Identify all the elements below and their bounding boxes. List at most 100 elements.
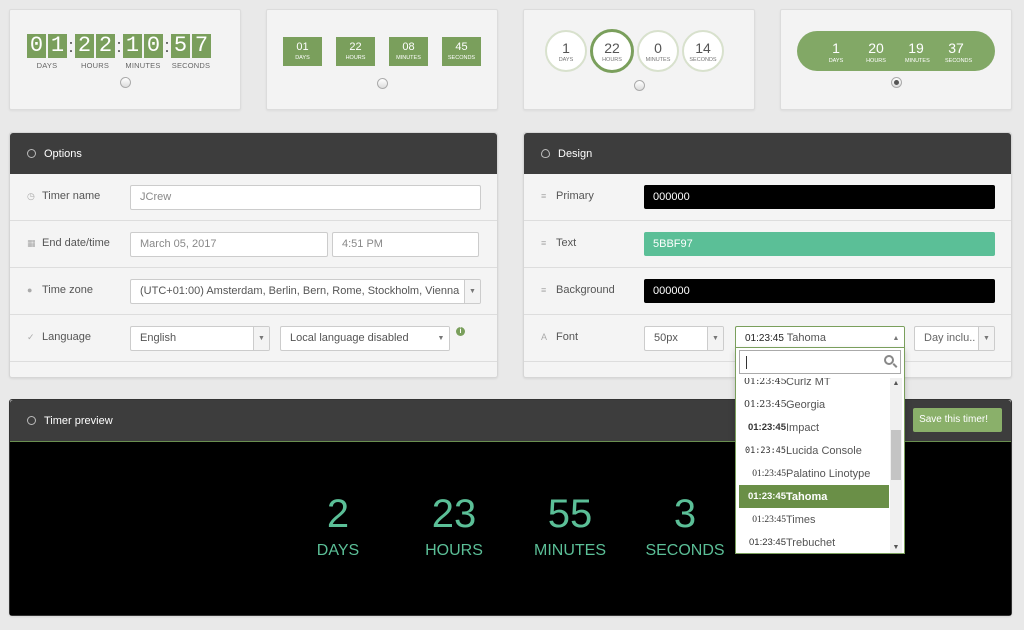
chevron-down-icon: ▼ xyxy=(707,327,723,350)
end-date-label: ▦ End date/time xyxy=(27,237,110,249)
font-name: Tahoma xyxy=(786,490,828,503)
template-radio-2[interactable] xyxy=(377,78,388,89)
days-option-select[interactable]: Day inclu.. ▼ xyxy=(914,326,995,351)
background-label-text: Background xyxy=(556,284,615,296)
t3-circle: 0 MINUTES xyxy=(637,30,679,72)
options-header: Options xyxy=(10,133,497,174)
design-header: Design xyxy=(524,133,1011,174)
t3-label: HOURS xyxy=(602,57,622,63)
text-color-input[interactable]: 5BBF97 xyxy=(644,232,995,256)
t2-value: 22 xyxy=(349,41,362,53)
preview-minutes-label: MINUTES xyxy=(534,542,606,559)
t3-circle: 22 HOURS xyxy=(590,29,634,73)
clock-icon xyxy=(27,416,36,425)
info-icon[interactable]: i xyxy=(456,327,465,336)
t2-label: HOURS xyxy=(345,55,366,61)
t1-colon: : xyxy=(68,36,74,56)
preview-days-value: 2 xyxy=(326,492,350,536)
font-list-scrollbar[interactable]: ▲ ▼ xyxy=(890,378,902,553)
globe-icon: ● xyxy=(27,284,33,295)
t2-label: DAYS xyxy=(295,55,310,61)
t1-digit: 1 xyxy=(48,34,67,58)
timezone-select[interactable]: (UTC+01:00) Amsterdam, Berlin, Bern, Rom… xyxy=(130,279,481,304)
t4-value: 19 xyxy=(908,40,924,56)
options-panel: Options ◷ Timer name JCrew ▦ End date/time… xyxy=(9,132,498,378)
preview-hours-label: HOURS xyxy=(425,542,483,559)
t1-colon: : xyxy=(116,36,122,56)
font-option-georgia[interactable]: 01:23:45 Georgia xyxy=(739,393,889,416)
save-timer-button[interactable]: Save this timer! xyxy=(913,408,1002,432)
font-icon: A xyxy=(541,331,548,342)
timer-preview-title: Timer preview xyxy=(44,414,113,427)
template-card-2[interactable]: 01 DAYS 22 HOURS 08 MINUTES 45 SECONDS xyxy=(266,9,498,110)
preview-seconds-label: SECONDS xyxy=(645,542,725,559)
font-option-times[interactable]: 01:23:45 Times xyxy=(739,508,889,531)
timer-name-label: ◷ Timer name xyxy=(27,190,100,202)
font-family-value: Tahoma xyxy=(786,332,826,344)
t1-digit: 5 xyxy=(171,34,190,58)
template-radio-4[interactable] xyxy=(891,77,902,88)
font-search-input[interactable] xyxy=(739,350,901,374)
end-date-input[interactable]: March 05, 2017 xyxy=(130,232,328,257)
timezone-label-text: Time zone xyxy=(42,284,93,296)
template-card-3[interactable]: 1 DAYS 22 HOURS 0 MINUTES 14 SECONDS xyxy=(523,9,755,110)
t3-value: 1 xyxy=(562,40,570,56)
language-label-text: Language xyxy=(42,331,91,343)
font-option-palatino[interactable]: 01:23:45 Palatino Linotype xyxy=(739,462,889,485)
template-radio-3[interactable] xyxy=(634,80,645,91)
chevron-down-icon: ▼ xyxy=(433,327,449,350)
primary-color-input[interactable]: 000000 xyxy=(644,185,995,209)
font-sample: 01:23:45 xyxy=(752,468,786,479)
end-time-input[interactable]: 4:51 PM xyxy=(332,232,479,257)
timer-name-input[interactable]: JCrew xyxy=(130,185,481,210)
font-name: Lucida Console xyxy=(786,444,862,457)
background-label: ≡ Background xyxy=(541,284,615,296)
lines-icon: ≡ xyxy=(541,190,547,201)
timer-name-label-text: Timer name xyxy=(42,190,101,202)
t1-label: SECONDS xyxy=(171,61,211,70)
template-3-preview: 1 DAYS 22 HOURS 0 MINUTES 14 SECONDS xyxy=(545,29,724,73)
font-sample: 01:23:45 xyxy=(747,491,786,502)
background-color-input[interactable]: 000000 xyxy=(644,279,995,303)
t3-label: SECONDS xyxy=(689,57,717,63)
font-name: Palatino Linotype xyxy=(786,467,871,480)
font-option-lucida-console[interactable]: 01:23:45 Lucida Console xyxy=(739,439,889,462)
preview-days: 2 DAYS xyxy=(283,492,393,560)
scroll-up-icon[interactable]: ▲ xyxy=(890,380,902,387)
t1-digit: 2 xyxy=(75,34,94,58)
template-radio-1[interactable] xyxy=(120,77,131,88)
preview-hours-value: 23 xyxy=(431,492,477,536)
font-sample: 01:23:45 xyxy=(744,399,787,410)
t4-unit: 19 MINUTES xyxy=(905,31,930,71)
font-option-trebuchet[interactable]: 01:23:45 Trebuchet xyxy=(739,531,889,553)
scrollbar-thumb[interactable] xyxy=(891,430,901,480)
language-select[interactable]: English ▼ xyxy=(130,326,270,351)
font-option-impact[interactable]: 01:23:45 Impact xyxy=(739,416,889,439)
t4-unit: 37 SECONDS xyxy=(945,31,972,71)
t1-digit: 0 xyxy=(27,34,46,58)
template-card-4[interactable]: 1 DAYS 20 HOURS 19 MINUTES 37 SECONDS xyxy=(780,9,1012,110)
text-label: ≡ Text xyxy=(541,237,576,249)
font-size-select[interactable]: 50px ▼ xyxy=(644,326,724,351)
language-row: ✓ Language English ▼ Local language disab… xyxy=(10,315,497,362)
preview-minutes-value: 55 xyxy=(547,492,593,536)
t1-digit: 7 xyxy=(192,34,211,58)
font-name: Impact xyxy=(786,421,820,434)
font-name: Trebuchet xyxy=(786,536,836,549)
t2-value: 01 xyxy=(296,41,309,53)
chevron-down-icon: ▼ xyxy=(253,327,269,350)
font-option-curlz[interactable]: 01:23:45 Curlz MT xyxy=(739,378,889,393)
local-language-select[interactable]: Local language disabled ▼ xyxy=(280,326,450,351)
t4-value: 1 xyxy=(832,40,840,56)
font-option-tahoma[interactable]: 01:23:45 Tahoma xyxy=(739,485,889,508)
t1-label: HOURS xyxy=(80,61,110,70)
t2-value: 08 xyxy=(402,41,415,53)
template-card-1[interactable]: 01 DAYS : 22 HOURS : 10 MINUTES : 57 SEC… xyxy=(9,9,241,110)
scroll-down-icon[interactable]: ▼ xyxy=(890,544,902,551)
font-sample: 01:23:45 xyxy=(747,422,786,433)
language-value: English xyxy=(140,332,177,344)
t3-value: 0 xyxy=(654,40,662,56)
design-title: Design xyxy=(558,147,593,160)
timezone-label: ● Time zone xyxy=(27,284,93,296)
template-4-preview: 1 DAYS 20 HOURS 19 MINUTES 37 SECONDS xyxy=(797,31,995,71)
